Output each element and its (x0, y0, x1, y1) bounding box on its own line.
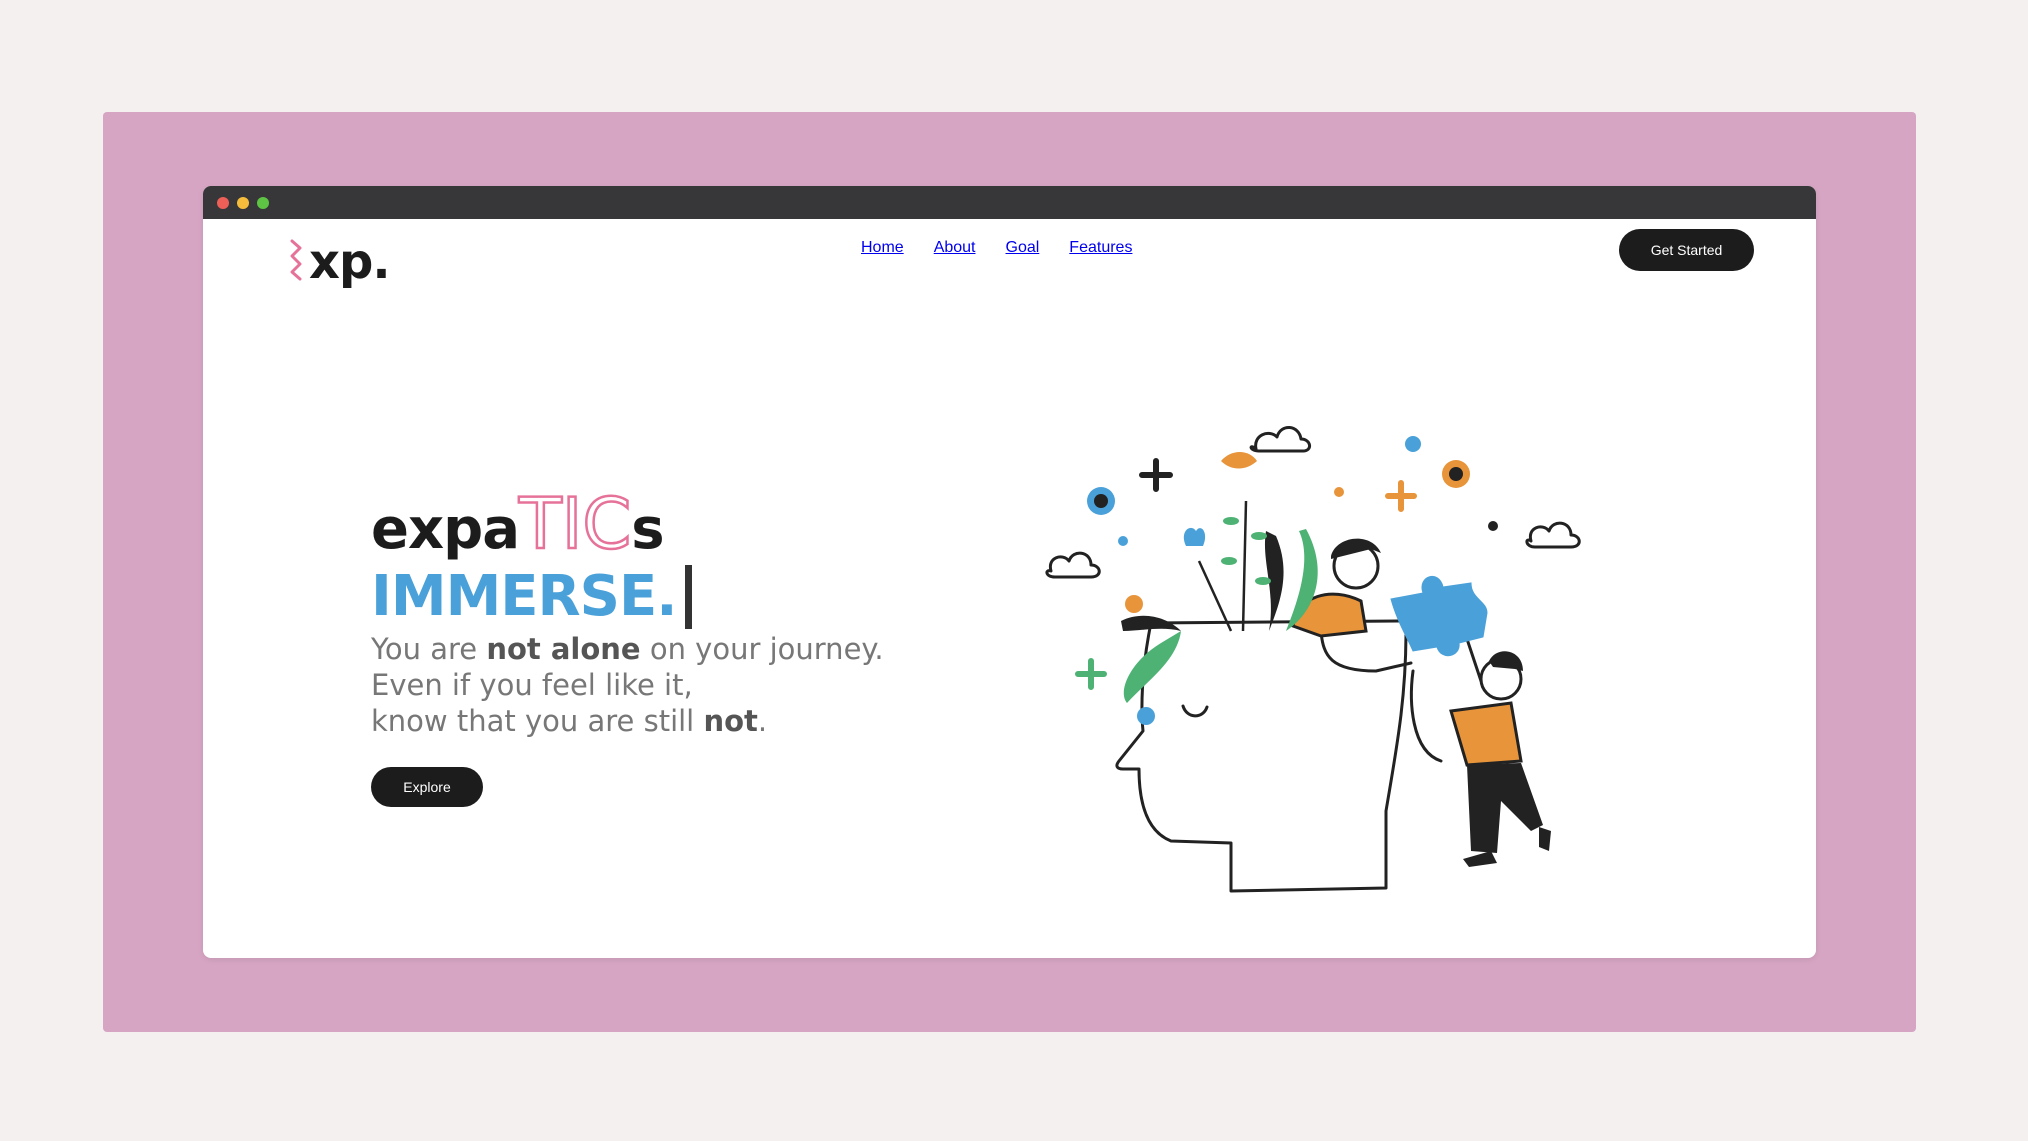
typing-cursor (684, 564, 692, 629)
browser-window: xp. Home About Goal Features Get Started… (203, 186, 1816, 958)
get-started-button[interactable]: Get Started (1619, 229, 1754, 271)
main-nav: Home About Goal Features (861, 239, 1132, 257)
nav-item-home[interactable]: Home (861, 239, 904, 257)
maximize-window-button[interactable] (257, 197, 269, 209)
zigzag-icon (290, 239, 302, 281)
hero-title: expa TIC s (371, 483, 884, 565)
hero-section: expa TIC s IMMERSE. You are not alone on… (371, 483, 884, 740)
description-line-2: Even if you feel like it, (371, 668, 693, 703)
title-outline: TIC (518, 483, 633, 565)
title-prefix: expa (371, 497, 520, 562)
description-line-1: You are not alone on your journey. (371, 632, 884, 667)
logo-text: xp. (309, 234, 391, 290)
hero-illustration (1045, 426, 1581, 893)
minimize-window-button[interactable] (237, 197, 249, 209)
window-titlebar (203, 186, 1816, 219)
hero-description: You are not alone on your journey. Even … (371, 632, 884, 740)
title-suffix: s (631, 497, 664, 562)
explore-button[interactable]: Explore (371, 767, 483, 807)
hero-subtitle: IMMERSE. (371, 563, 884, 630)
site-logo[interactable]: xp. (287, 234, 391, 290)
nav-item-features[interactable]: Features (1069, 239, 1132, 257)
nav-item-about[interactable]: About (934, 239, 976, 257)
nav-item-goal[interactable]: Goal (1006, 239, 1040, 257)
close-window-button[interactable] (217, 197, 229, 209)
subtitle-text: IMMERSE. (371, 564, 678, 629)
description-line-3: know that you are still not. (371, 704, 768, 739)
